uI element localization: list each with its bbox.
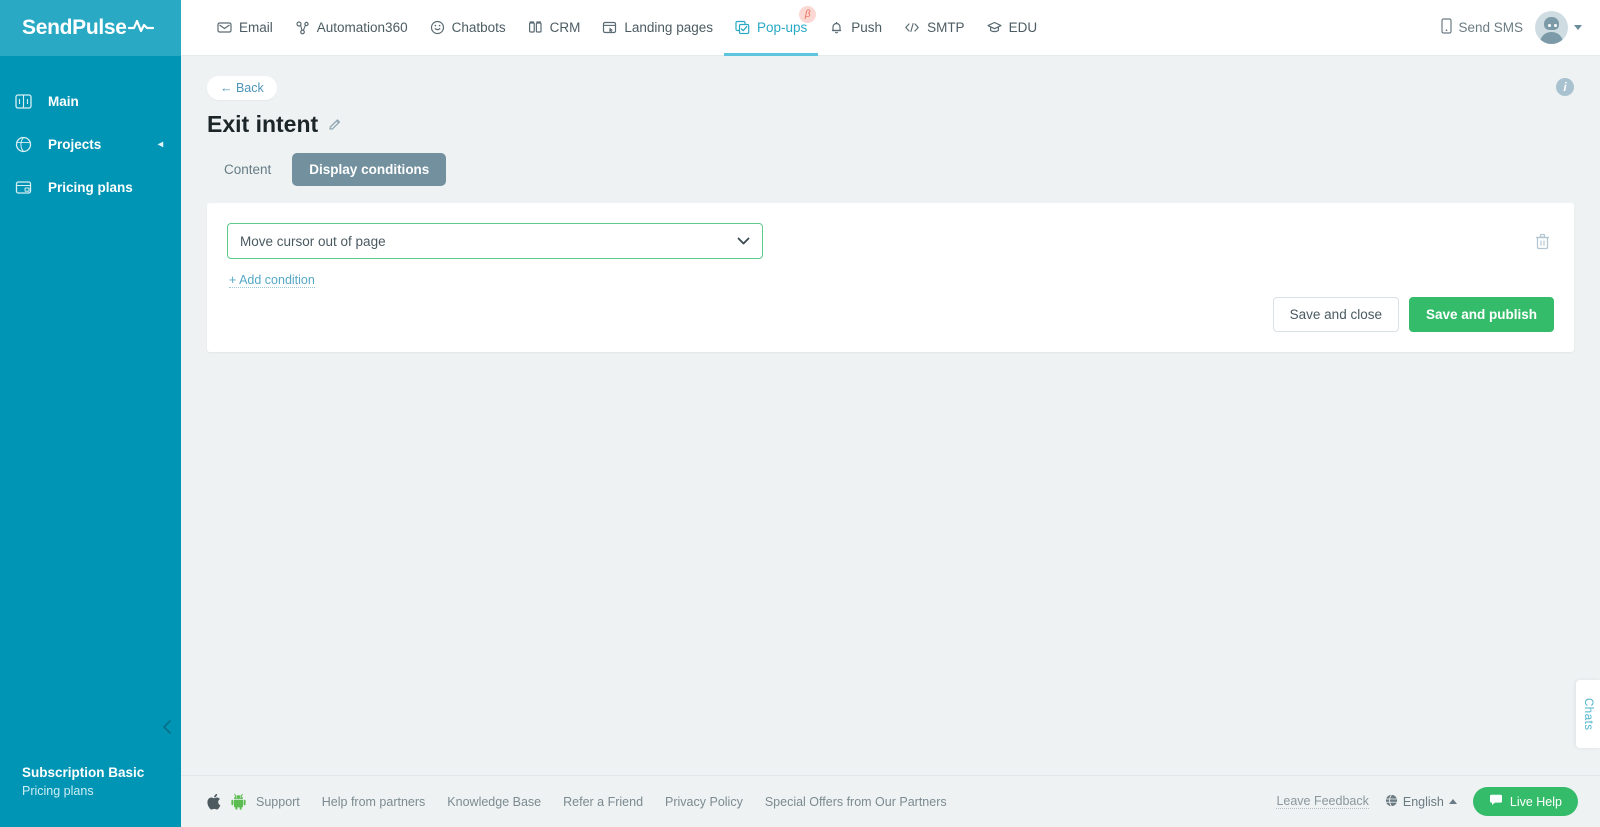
nav-item-label: Automation360: [316, 20, 408, 35]
nav-item-label: Chatbots: [451, 20, 506, 35]
sidebar: SendPulse Main Projects ◂ Pricing plans …: [0, 0, 181, 827]
tab-display-conditions[interactable]: Display conditions: [292, 153, 447, 186]
subscription-pricing-link[interactable]: Pricing plans: [22, 782, 181, 801]
pulse-wave-icon: [127, 18, 154, 39]
condition-select-value: Move cursor out of page: [240, 233, 386, 249]
footer-link-special-offers[interactable]: Special Offers from Our Partners: [765, 795, 947, 809]
footer-right: Leave Feedback English Live Help: [1276, 787, 1578, 816]
live-help-button[interactable]: Live Help: [1472, 787, 1578, 816]
live-help-label: Live Help: [1509, 794, 1562, 809]
android-icon[interactable]: [231, 793, 246, 810]
subscription-title: Subscription Basic: [22, 765, 145, 780]
send-sms-button[interactable]: Send SMS: [1441, 18, 1523, 37]
content-area: i ← Back Exit intent Content Display con…: [181, 56, 1600, 775]
popup-icon: [735, 20, 750, 35]
nav-item-chatbots[interactable]: Chatbots: [419, 0, 517, 56]
footer-link-support[interactable]: Support: [256, 795, 300, 809]
display-conditions-card: Move cursor out of page + Add condition …: [207, 203, 1574, 352]
footer-link-help-from-partners[interactable]: Help from partners: [322, 795, 426, 809]
caret-up-icon: [1448, 799, 1457, 804]
nav-item-popups[interactable]: Pop-ups β: [723, 0, 819, 56]
chevron-down-icon: [1574, 25, 1582, 30]
envelope-icon: [217, 20, 232, 35]
globe-icon: [1385, 794, 1398, 810]
chat-smile-icon: [430, 20, 445, 35]
leave-feedback-link[interactable]: Leave Feedback: [1276, 794, 1369, 809]
tab-content[interactable]: Content: [207, 153, 288, 186]
dashboard-icon: [12, 91, 34, 113]
nav-item-label: SMTP: [927, 20, 965, 35]
main-column: Email Automation360 Chatbots CRM Landing…: [181, 0, 1600, 827]
nav-item-label: EDU: [1008, 20, 1038, 35]
nav-item-label: Pop-ups: [756, 20, 808, 35]
nav-item-label: Push: [851, 20, 883, 35]
info-icon[interactable]: i: [1556, 78, 1574, 96]
nav-item-label: CRM: [549, 20, 581, 35]
flow-icon: [295, 20, 310, 35]
send-sms-label: Send SMS: [1458, 20, 1523, 35]
sidebar-item-label: Pricing plans: [48, 180, 133, 195]
sidebar-item-main[interactable]: Main: [0, 80, 181, 123]
nav-item-label: Email: [239, 20, 273, 35]
pencil-icon[interactable]: [328, 118, 342, 132]
nav-item-push[interactable]: Push: [818, 0, 893, 56]
footer-link-knowledge-base[interactable]: Knowledge Base: [447, 795, 541, 809]
globe-icon: [12, 134, 34, 156]
phone-icon: [1441, 18, 1453, 37]
back-button[interactable]: ← Back: [207, 76, 277, 100]
page-title: Exit intent: [207, 111, 319, 137]
beta-badge: β: [799, 5, 817, 23]
sidebar-item-pricing-plans[interactable]: Pricing plans: [0, 166, 181, 209]
condition-row: Move cursor out of page: [227, 223, 1554, 259]
chevron-down-icon: [737, 237, 750, 246]
footer-link-refer-a-friend[interactable]: Refer a Friend: [563, 795, 643, 809]
save-and-publish-button[interactable]: Save and publish: [1408, 297, 1554, 332]
editor-tabs: Content Display conditions: [207, 153, 1574, 186]
page-title-row: Exit intent: [207, 111, 1574, 138]
app-root: SendPulse Main Projects ◂ Pricing plans …: [0, 0, 1600, 827]
card-actions: Save and close Save and publish: [1272, 297, 1554, 332]
topbar: Email Automation360 Chatbots CRM Landing…: [181, 0, 1600, 56]
nav-item-email[interactable]: Email: [206, 0, 284, 56]
save-and-close-button[interactable]: Save and close: [1272, 297, 1399, 332]
sidebar-item-label: Main: [48, 94, 79, 109]
footer-left: Support Help from partners Knowledge Bas…: [207, 793, 969, 810]
language-selector[interactable]: English: [1385, 794, 1457, 810]
sidebar-item-projects[interactable]: Projects ◂: [0, 123, 181, 166]
sidebar-collapse-button[interactable]: [162, 719, 173, 739]
nav-item-label: Landing pages: [624, 20, 713, 35]
top-nav: Email Automation360 Chatbots CRM Landing…: [181, 0, 1048, 56]
delete-condition-button[interactable]: [1535, 233, 1550, 250]
logo[interactable]: SendPulse: [0, 0, 181, 56]
topbar-right: Send SMS: [1441, 11, 1600, 44]
columns-icon: [528, 20, 543, 35]
nav-item-crm[interactable]: CRM: [517, 0, 592, 56]
chats-tab-label: Chats: [1582, 697, 1594, 731]
wallet-icon: [12, 177, 34, 199]
footer: Support Help from partners Knowledge Bas…: [181, 775, 1600, 827]
chevron-left-icon: ◂: [157, 139, 163, 150]
sidebar-item-label: Projects: [48, 137, 102, 152]
chats-tab[interactable]: Chats: [1576, 680, 1600, 748]
bell-icon: [829, 20, 844, 35]
nav-item-smtp[interactable]: SMTP: [893, 0, 976, 56]
graduation-icon: [986, 20, 1002, 35]
logo-text: SendPulse: [22, 16, 127, 39]
footer-link-privacy-policy[interactable]: Privacy Policy: [665, 795, 743, 809]
condition-select[interactable]: Move cursor out of page: [227, 223, 763, 259]
nav-item-landing-pages[interactable]: Landing pages: [591, 0, 724, 56]
add-condition-link[interactable]: + Add condition: [229, 273, 315, 288]
landing-icon: [602, 20, 617, 35]
nav-item-automation360[interactable]: Automation360: [284, 0, 419, 56]
code-icon: [904, 20, 920, 35]
apple-icon[interactable]: [207, 793, 221, 810]
user-avatar: [1535, 11, 1568, 44]
sidebar-nav: Main Projects ◂ Pricing plans: [0, 56, 181, 209]
chat-bubble-icon: [1489, 794, 1503, 809]
subscription-block: Subscription Basic Pricing plans: [0, 763, 181, 827]
language-label: English: [1402, 794, 1444, 809]
account-menu-button[interactable]: [1535, 11, 1582, 44]
nav-item-edu[interactable]: EDU: [976, 0, 1049, 56]
